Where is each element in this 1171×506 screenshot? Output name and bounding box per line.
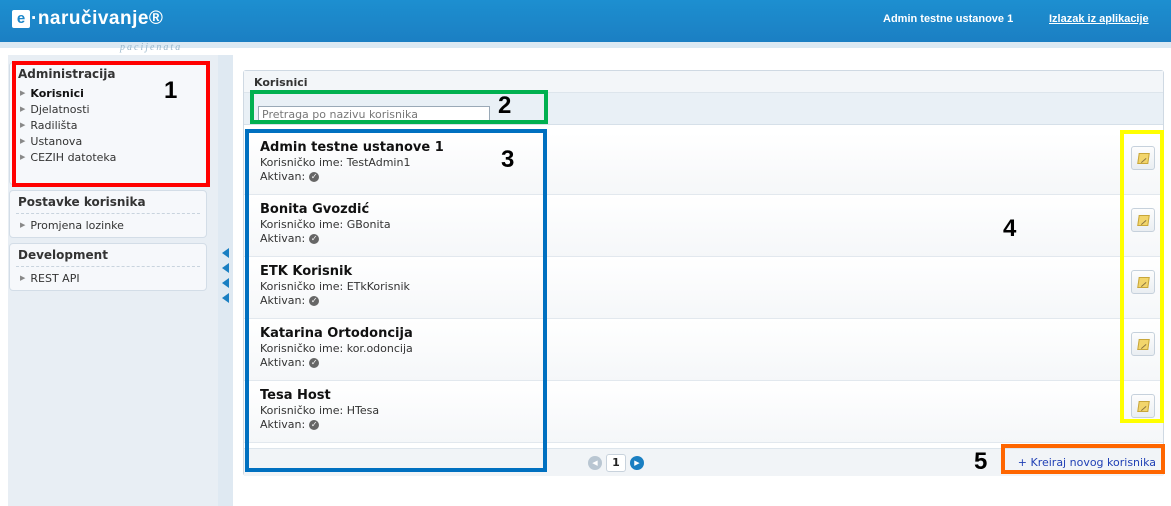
annotation-box-1 bbox=[12, 61, 210, 187]
previous-page-icon[interactable]: ◀ bbox=[588, 456, 602, 470]
sidebar-section-development: Development ▶ REST API bbox=[9, 243, 207, 291]
annotation-number-4: 4 bbox=[1003, 215, 1017, 242]
sidebar-item-label: REST API bbox=[30, 271, 80, 285]
collapse-arrow-icon[interactable] bbox=[222, 278, 229, 288]
sidebar-section-postavke: Postavke korisnika ▶ Promjena lozinke bbox=[9, 190, 207, 238]
annotation-number-2: 2 bbox=[498, 92, 512, 119]
annotation-box-3 bbox=[245, 129, 547, 472]
annotation-number-1: 1 bbox=[164, 77, 178, 104]
collapse-arrow-icon[interactable] bbox=[222, 263, 229, 273]
sidebar-section-title: Postavke korisnika bbox=[18, 195, 146, 209]
sidebar-item-rest-api[interactable]: ▶ REST API bbox=[10, 270, 206, 286]
logo-mark: e bbox=[12, 10, 30, 28]
annotation-box-4 bbox=[1120, 130, 1164, 423]
collapse-arrow-icon[interactable] bbox=[222, 293, 229, 303]
page-number[interactable]: 1 bbox=[606, 454, 626, 472]
sidebar-item-label: Promjena lozinke bbox=[30, 218, 124, 232]
page-title: Korisnici bbox=[254, 76, 308, 89]
divider bbox=[16, 213, 200, 214]
annotation-box-5 bbox=[1001, 444, 1165, 474]
annotation-number-3: 3 bbox=[501, 146, 515, 173]
logo-subtitle: pacijenata bbox=[120, 42, 183, 53]
logo-text: ·naručivanje® bbox=[31, 8, 164, 29]
logout-link[interactable]: Izlazak iz aplikacije bbox=[1049, 13, 1149, 25]
sidebar-section-title: Development bbox=[18, 248, 108, 262]
triangle-right-icon: ▶ bbox=[20, 221, 26, 229]
next-page-icon[interactable]: ▶ bbox=[630, 456, 644, 470]
pagination: ◀ 1 ▶ bbox=[588, 454, 644, 472]
annotation-number-5: 5 bbox=[974, 448, 988, 475]
current-user-name: Admin testne ustanove 1 bbox=[883, 13, 1014, 25]
top-bar: e ·naručivanje® Admin testne ustanove 1 … bbox=[0, 0, 1171, 42]
divider bbox=[16, 266, 200, 267]
collapse-arrow-icon[interactable] bbox=[222, 248, 229, 258]
sidebar-item-promjena-lozinke[interactable]: ▶ Promjena lozinke bbox=[10, 217, 206, 233]
app-logo[interactable]: e ·naručivanje® bbox=[12, 8, 164, 29]
triangle-right-icon: ▶ bbox=[20, 274, 26, 282]
